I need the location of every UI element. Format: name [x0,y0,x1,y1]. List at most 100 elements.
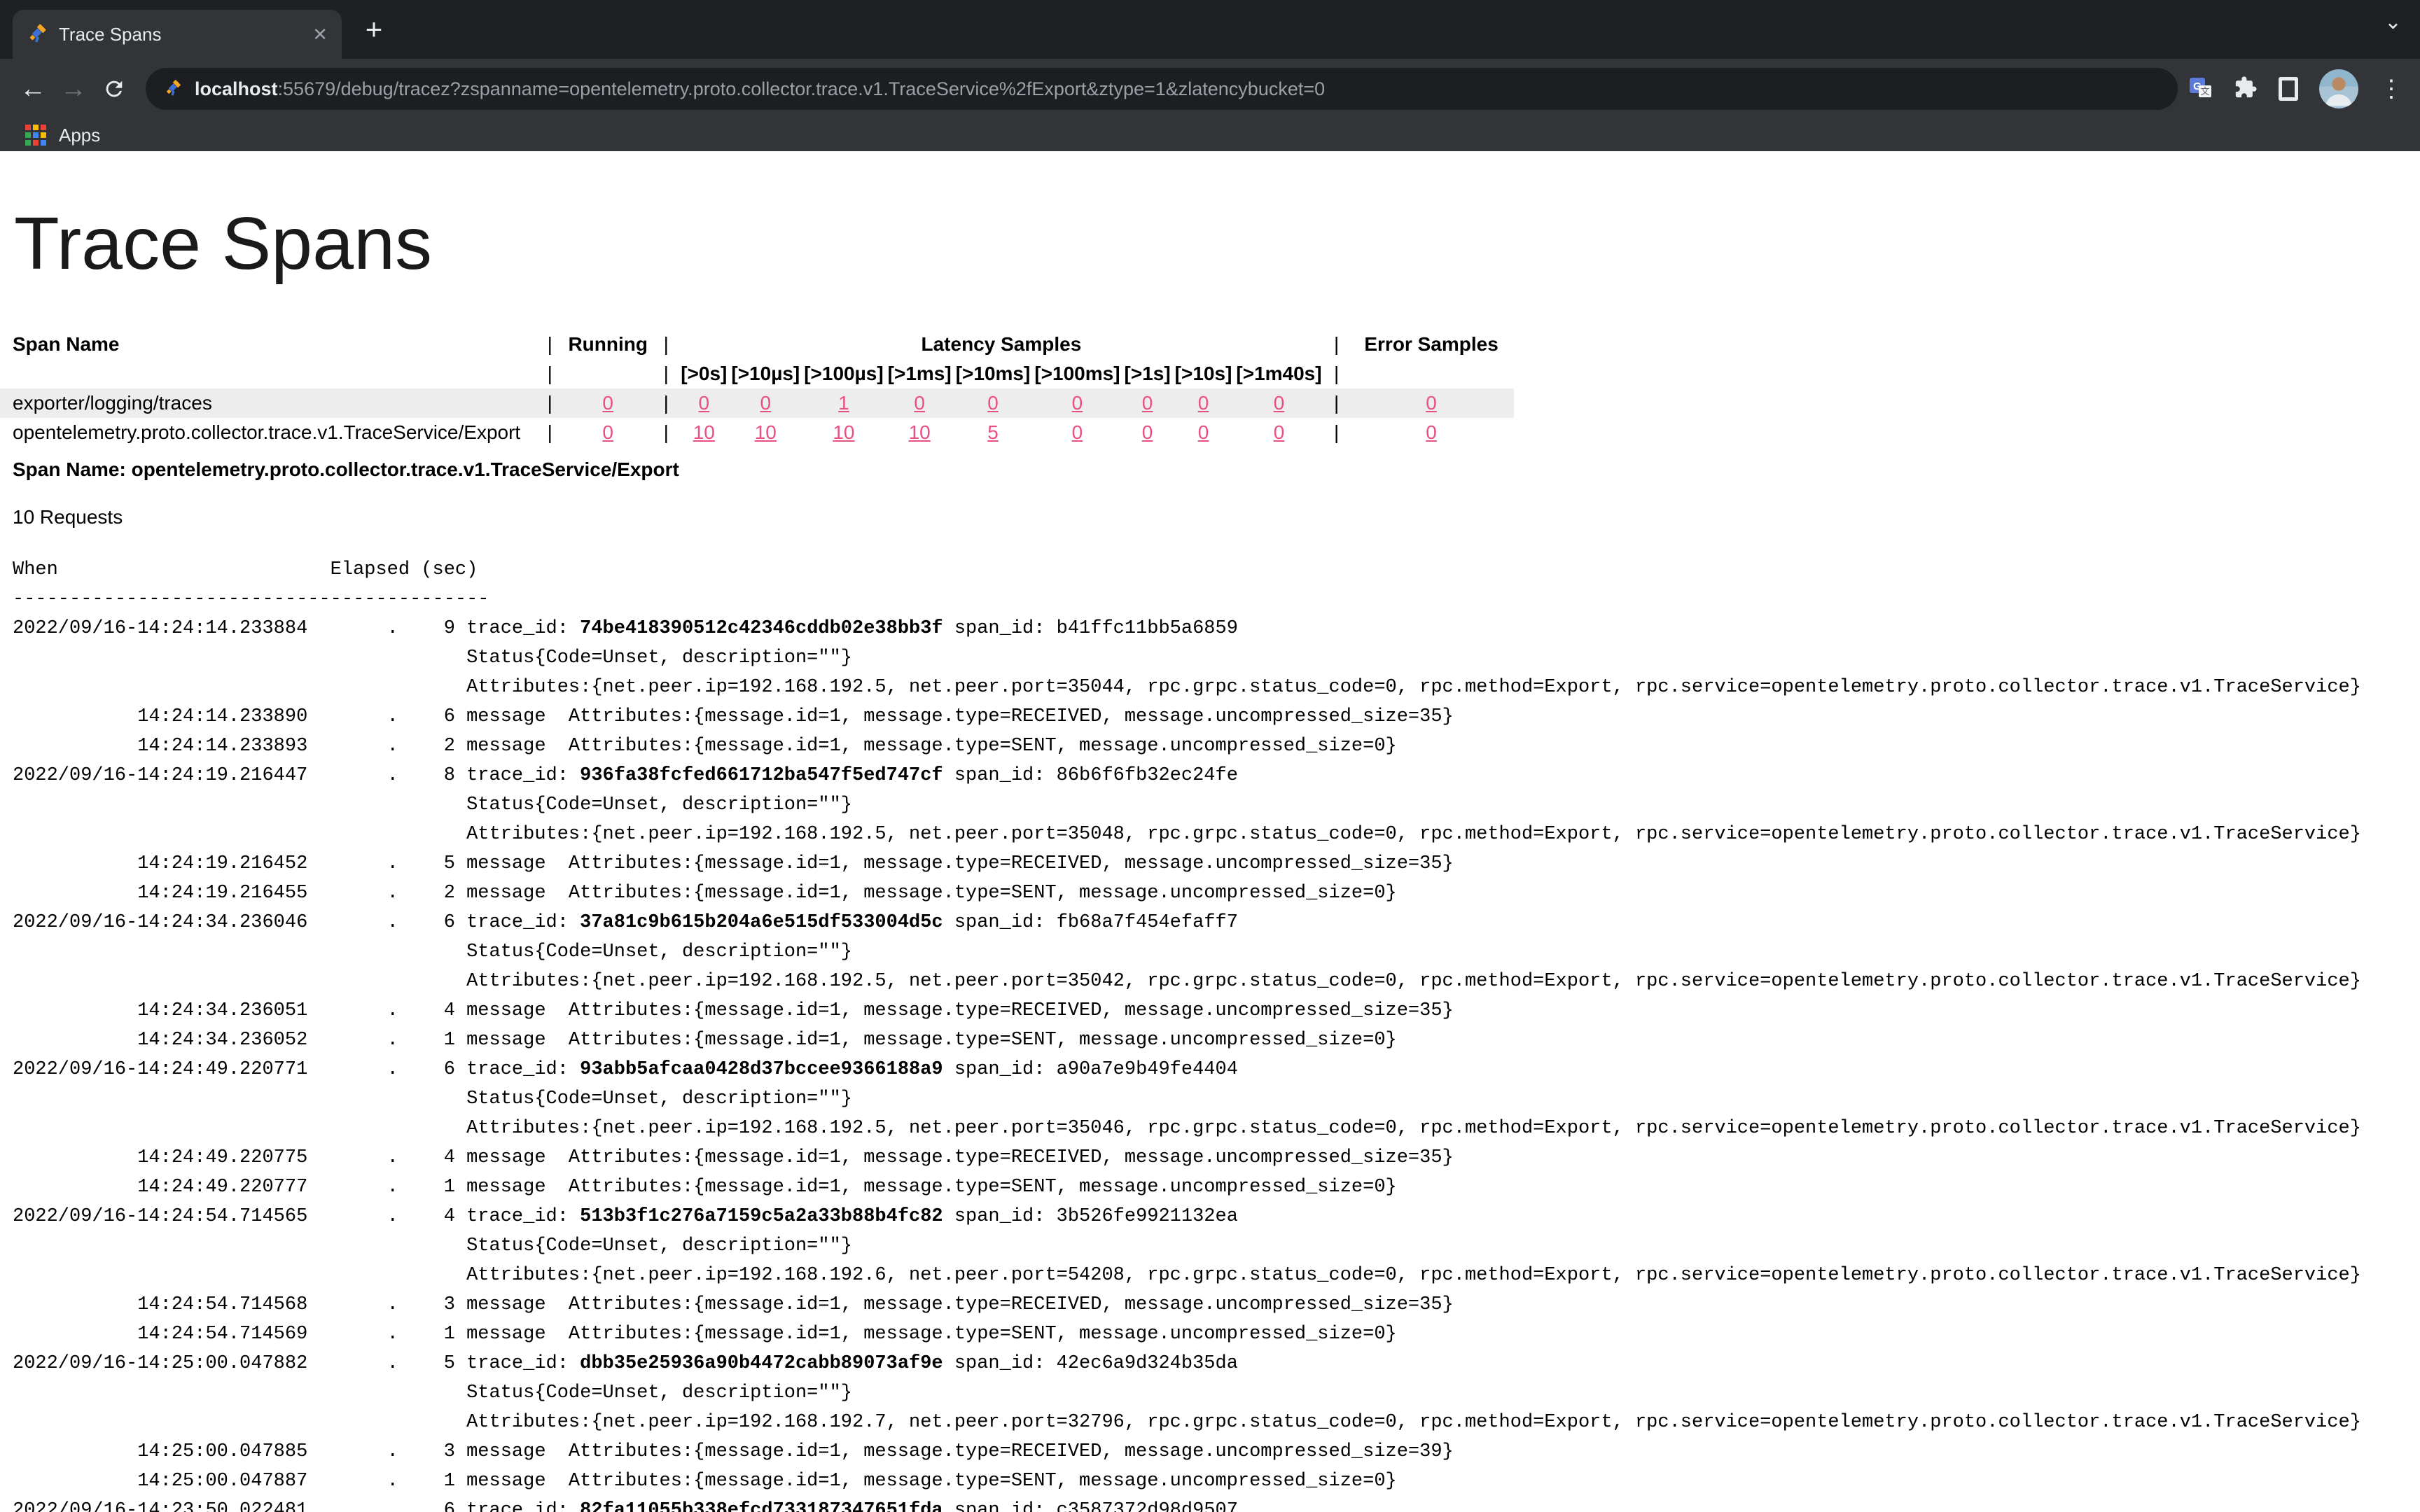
latency-bucket-label: [>10ms] [954,359,1033,388]
apps-grid-icon [25,125,46,146]
trace-id-value: 74be418390512c42346cddb02e38bb3f [580,618,943,639]
reload-button[interactable] [94,69,134,109]
sample-count-link[interactable]: 0 [1072,421,1083,443]
request-log: When Elapsed (sec) ---------------------… [0,555,2420,1512]
col-error-samples: Error Samples [1349,330,1514,359]
latency-bucket-label: [>10µs] [729,359,802,388]
sample-count-link[interactable]: 0 [1198,392,1209,414]
sample-count-link[interactable]: 5 [987,421,999,443]
bookmark-apps[interactable]: Apps [59,125,100,146]
trace-id-value: 513b3f1c276a7159c5a2a33b88b4fc82 [580,1206,943,1227]
latency-count-cell: 5 [954,418,1033,447]
profile-avatar[interactable] [2319,69,2358,108]
trace-id-value: 82fa11055b338efcd733187347651fda [580,1500,943,1512]
sample-count-link[interactable]: 10 [833,421,854,443]
running-count-cell: 0 [562,388,653,418]
column-divider: | [653,359,679,388]
span-name-cell: exporter/logging/traces [0,388,537,418]
latency-count-cell: 0 [1032,388,1122,418]
latency-count-cell: 0 [886,388,954,418]
sample-count-link[interactable]: 0 [1274,421,1285,443]
latency-bucket-label: [>100ms] [1032,359,1122,388]
browser-menu-kebab-icon[interactable]: ⋮ [2379,77,2403,101]
browser-tab[interactable]: Trace Spans ✕ [13,10,342,59]
forward-button[interactable]: → [53,69,94,109]
tab-strip: Trace Spans ✕ + ⌄ [0,0,2420,59]
latency-bucket-header-row: ||[>0s][>10µs][>100µs][>1ms][>10ms][>100… [0,359,1514,388]
column-divider: | [537,359,562,388]
new-tab-button[interactable]: + [354,10,394,49]
side-panel-icon[interactable] [2279,77,2298,101]
sample-count-link[interactable]: 0 [760,392,772,414]
latency-count-cell: 0 [1173,388,1235,418]
sample-count-link[interactable]: 0 [1426,421,1437,443]
col-running: Running [562,330,653,359]
browser-toolbar: ← → localhost:55679/debug/tracez?zspanna… [0,59,2420,119]
column-divider: | [537,330,562,359]
sample-count-link[interactable]: 0 [1142,421,1153,443]
sample-count-link[interactable]: 0 [1274,392,1285,414]
latency-bucket-label: [>10s] [1173,359,1235,388]
span-summary-row: exporter/logging/traces|0|001000000|0 [0,388,1514,418]
trace-id-value: 936fa38fcfed661712ba547f5ed747cf [580,765,943,786]
column-divider: | [537,388,562,418]
span-summary-row: opentelemetry.proto.collector.trace.v1.T… [0,418,1514,447]
latency-count-cell: 1 [802,388,885,418]
tracez-page: Trace Spans Span Name | Running | Latenc… [0,203,2420,1512]
column-divider: | [537,418,562,447]
browser-chrome: Trace Spans ✕ + ⌄ ← → [0,0,2420,151]
sample-count-link[interactable]: 10 [909,421,931,443]
col-span-name: Span Name [0,330,537,359]
latency-count-cell: 0 [679,388,729,418]
column-divider: | [653,388,679,418]
span-name-cell: opentelemetry.proto.collector.trace.v1.T… [0,418,537,447]
sample-count-link[interactable]: 0 [602,421,613,443]
latency-count-cell: 0 [954,388,1033,418]
latency-bucket-label: [>1m40s] [1234,359,1323,388]
trace-id-value: dbb35e25936a90b4472cabb89073af9e [580,1353,943,1374]
sample-count-link[interactable]: 10 [693,421,715,443]
column-divider: | [1324,388,1349,418]
extensions-puzzle-icon[interactable] [2234,76,2258,103]
col-latency-samples: Latency Samples [679,330,1323,359]
sample-count-link[interactable]: 0 [1072,392,1083,414]
sample-count-link[interactable]: 0 [987,392,999,414]
sample-count-link[interactable]: 0 [914,392,925,414]
back-button[interactable]: ← [13,69,53,109]
sample-count-link[interactable]: 0 [699,392,710,414]
tab-title: Trace Spans [59,24,301,46]
sample-count-link[interactable]: 0 [602,392,613,414]
latency-count-cell: 0 [729,388,802,418]
latency-count-cell: 0 [1234,388,1323,418]
latency-count-cell: 10 [886,418,954,447]
latency-count-cell: 0 [1122,388,1173,418]
svg-text:文: 文 [2200,86,2209,97]
latency-count-cell: 10 [729,418,802,447]
sample-count-link[interactable]: 0 [1426,392,1437,414]
column-divider: | [1324,330,1349,359]
latency-bucket-label: [>0s] [679,359,729,388]
latency-count-cell: 0 [1122,418,1173,447]
tab-close-icon[interactable]: ✕ [312,25,328,43]
translate-icon[interactable]: G 文 [2189,76,2213,103]
latency-count-cell: 10 [679,418,729,447]
error-count-cell: 0 [1349,418,1514,447]
requests-count: 10 Requests [13,506,2420,528]
sample-count-link[interactable]: 1 [838,392,849,414]
column-divider: | [653,418,679,447]
empty-cell [1349,359,1514,388]
sample-count-link[interactable]: 0 [1142,392,1153,414]
latency-count-cell: 0 [1032,418,1122,447]
reload-icon [102,77,126,101]
sample-count-link[interactable]: 10 [755,421,777,443]
sample-count-link[interactable]: 0 [1198,421,1209,443]
span-summary-table: Span Name | Running | Latency Samples | … [0,330,1514,447]
tab-search-chevron-icon[interactable]: ⌄ [2384,10,2402,34]
trace-id-value: 37a81c9b615b204a6e515df533004d5c [580,912,943,933]
omnibox[interactable]: localhost:55679/debug/tracez?zspanname=o… [146,68,2178,110]
url-text: localhost:55679/debug/tracez?zspanname=o… [195,78,1325,100]
bookmarks-bar: Apps [0,119,2420,151]
latency-bucket-label: [>1ms] [886,359,954,388]
page-title: Trace Spans [14,203,2420,285]
latency-bucket-label: [>100µs] [802,359,885,388]
